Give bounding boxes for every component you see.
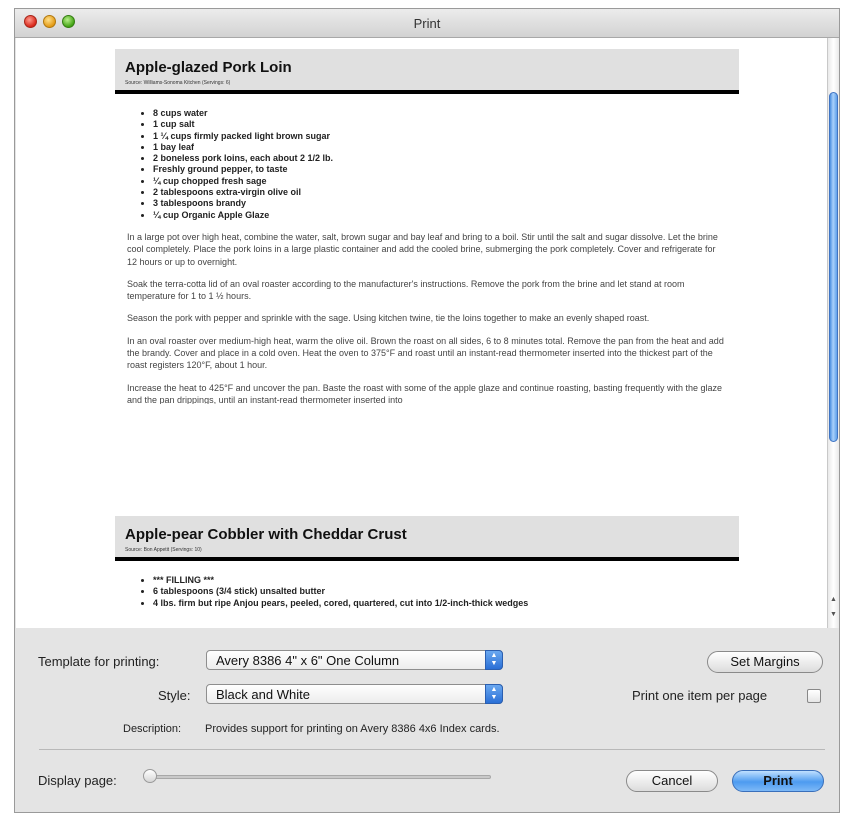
ingredient-item: 1 cup salt: [153, 119, 739, 130]
ingredient-item: ¼ cup Organic Apple Glaze: [153, 210, 739, 221]
ingredient-item: 8 cups water: [153, 108, 739, 119]
ingredient-item: 2 boneless pork loins, each about 2 1/2 …: [153, 153, 739, 164]
window-title: Print: [413, 16, 441, 31]
style-popup[interactable]: Black and White ▲ ▼: [206, 684, 503, 704]
preview-scrollbar[interactable]: ▲ ▼: [827, 38, 839, 628]
recipe-card: Apple-glazed Pork Loin Source: Williams-…: [115, 49, 739, 404]
title-bar: Print: [15, 9, 839, 38]
style-popup-value: Black and White: [216, 687, 310, 702]
print-dialog: Print Apple-glazed Pork Loin Source: Wil…: [14, 8, 840, 813]
ingredient-item: Freshly ground pepper, to taste: [153, 164, 739, 175]
instruction-paragraph: Season the pork with pepper and sprinkle…: [127, 313, 650, 324]
ingredient-list: 8 cups water 1 cup salt 1 ¼ cups firmly …: [153, 108, 739, 221]
instruction-paragraph: In an oval roaster over medium-high heat…: [127, 335, 724, 371]
template-popup-value: Avery 8386 4" x 6" One Column: [216, 653, 400, 668]
recipe-header: Apple-glazed Pork Loin Source: Williams-…: [115, 49, 739, 94]
scroll-down-arrow-icon[interactable]: ▼: [829, 610, 838, 619]
scrollbar-thumb[interactable]: [829, 92, 838, 442]
recipe-header: Apple-pear Cobbler with Cheddar Crust So…: [115, 516, 739, 561]
divider: [39, 749, 825, 750]
ingredient-item: ¼ cup chopped fresh sage: [153, 176, 739, 187]
description-text: Provides support for printing on Avery 8…: [205, 723, 500, 735]
ingredient-list: *** FILLING *** 6 tablespoons (3/4 stick…: [153, 575, 739, 609]
recipe-source: Source: Bon Appetit (Servings: 10): [125, 547, 202, 553]
ingredient-item: 2 tablespoons extra-virgin olive oil: [153, 187, 739, 198]
recipe-title: Apple-glazed Pork Loin: [125, 59, 292, 76]
description-label: Description:: [123, 723, 182, 735]
scroll-up-arrow-icon[interactable]: ▲: [829, 595, 838, 604]
popup-arrows-icon: ▲ ▼: [485, 650, 503, 670]
instruction-paragraph: Soak the terra-cotta lid of an oval roas…: [127, 278, 685, 302]
one-per-page-checkbox[interactable]: [807, 689, 821, 703]
set-margins-button[interactable]: Set Margins: [707, 651, 823, 673]
style-label: Style:: [158, 688, 191, 703]
display-page-label: Display page:: [38, 773, 117, 788]
template-label: Template for printing:: [38, 654, 160, 669]
ingredient-item: 6 tablespoons (3/4 stick) unsalted butte…: [153, 586, 739, 597]
recipe-title: Apple-pear Cobbler with Cheddar Crust: [125, 526, 407, 543]
instruction-paragraph: Increase the heat to 425°F and uncover t…: [127, 382, 722, 404]
cancel-button[interactable]: Cancel: [626, 770, 718, 792]
print-preview: Apple-glazed Pork Loin Source: Williams-…: [16, 38, 827, 628]
ingredient-item: *** FILLING ***: [153, 575, 739, 586]
ingredient-item: 3 tablespoons brandy: [153, 198, 739, 209]
recipe-source: Source: Williams-Sonoma Kitchen (Serving…: [125, 80, 231, 86]
recipe-card: Apple-pear Cobbler with Cheddar Crust So…: [115, 516, 739, 609]
ingredient-item: 1 bay leaf: [153, 142, 739, 153]
popup-arrows-icon: ▲ ▼: [485, 684, 503, 704]
print-button[interactable]: Print: [732, 770, 824, 792]
ingredient-item: 4 lbs. firm but ripe Anjou pears, peeled…: [153, 598, 739, 609]
ingredient-item: 1 ¼ cups firmly packed light brown sugar: [153, 131, 739, 142]
template-popup[interactable]: Avery 8386 4" x 6" One Column ▲ ▼: [206, 650, 503, 670]
display-page-slider-knob[interactable]: [143, 769, 157, 783]
display-page-slider[interactable]: [145, 775, 491, 779]
one-per-page-label: Print one item per page: [632, 688, 768, 703]
instruction-paragraph: In a large pot over high heat, combine t…: [127, 231, 718, 267]
